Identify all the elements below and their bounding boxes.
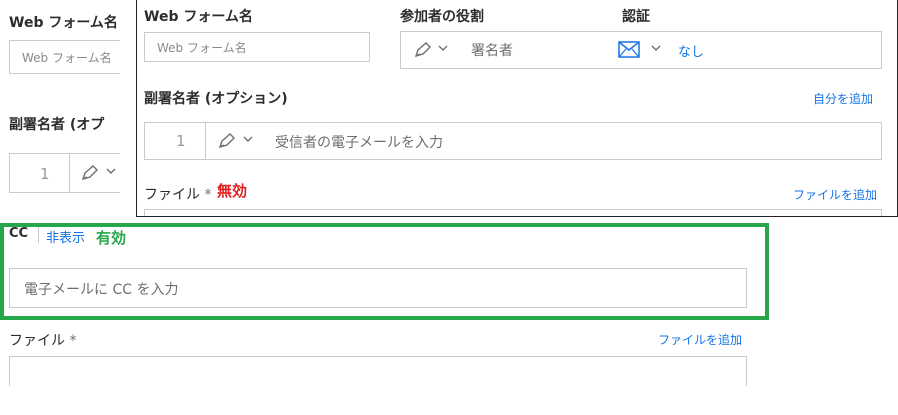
role-auth-row: 署名者 なし xyxy=(400,31,882,69)
chevron-down-icon[interactable] xyxy=(438,45,448,52)
web-form-name-label: Web フォーム名 xyxy=(9,15,118,31)
role-value[interactable]: 署名者 xyxy=(471,40,513,60)
overlay-cosigner-row[interactable]: 1 受信者の電子メールを入力 xyxy=(144,122,882,160)
web-form-name-placeholder: Web フォーム名 xyxy=(22,51,112,65)
overlay-file-dropzone[interactable] xyxy=(144,209,882,216)
chevron-down-icon[interactable] xyxy=(651,45,661,52)
cc-highlight-frame xyxy=(0,223,769,320)
add-file-link[interactable]: ファイルを追加 xyxy=(658,331,742,348)
overlay-web-form-name-label: Web フォーム名 xyxy=(144,9,253,25)
overlay-file-label: ファイル * xyxy=(144,184,211,204)
participant-role-label: 参加者の役割 xyxy=(400,9,484,25)
overlay-cosigner-label: 副署名者 (オプション) xyxy=(144,91,288,107)
row-divider xyxy=(69,154,70,192)
row-divider xyxy=(205,123,206,159)
chevron-down-icon[interactable] xyxy=(243,136,253,143)
overlay-web-form-name-input[interactable]: Web フォーム名 xyxy=(144,32,370,62)
pen-icon[interactable] xyxy=(413,41,435,59)
authentication-label: 認証 xyxy=(622,9,650,25)
pen-icon[interactable] xyxy=(217,132,239,150)
cosigner-email-placeholder: 受信者の電子メールを入力 xyxy=(275,135,443,151)
overlay-file-required-mark: * xyxy=(204,187,212,203)
overlay-form-panel: Web フォーム名 Web フォーム名 参加者の役割 認証 署名者 なし 副署名… xyxy=(136,0,898,217)
auth-value[interactable]: なし xyxy=(678,41,704,60)
add-self-link[interactable]: 自分を追加 xyxy=(813,90,873,107)
background-left-column: Web フォーム名 Web フォーム名 副署名者 (オプ 1 xyxy=(0,0,120,220)
overlay-file-label-text: ファイル xyxy=(144,187,200,203)
pen-icon[interactable] xyxy=(80,164,102,182)
file-disabled-annotation: 無効 xyxy=(217,182,248,200)
cosigner-label: 副署名者 (オプ xyxy=(9,117,105,133)
overlay-cosigner-index: 1 xyxy=(176,132,186,150)
file-label: ファイル * xyxy=(9,330,76,350)
file-label-text: ファイル xyxy=(9,333,65,349)
chevron-down-icon[interactable] xyxy=(106,168,116,175)
file-required-mark: * xyxy=(69,333,77,349)
web-form-name-input[interactable]: Web フォーム名 xyxy=(9,40,120,74)
overlay-web-form-name-placeholder: Web フォーム名 xyxy=(157,41,247,55)
file-dropzone[interactable] xyxy=(9,356,747,386)
cosigner-row[interactable]: 1 xyxy=(9,153,120,193)
cosigner-index: 1 xyxy=(40,165,50,183)
mail-icon[interactable] xyxy=(618,41,640,58)
overlay-add-file-link[interactable]: ファイルを追加 xyxy=(793,186,877,203)
